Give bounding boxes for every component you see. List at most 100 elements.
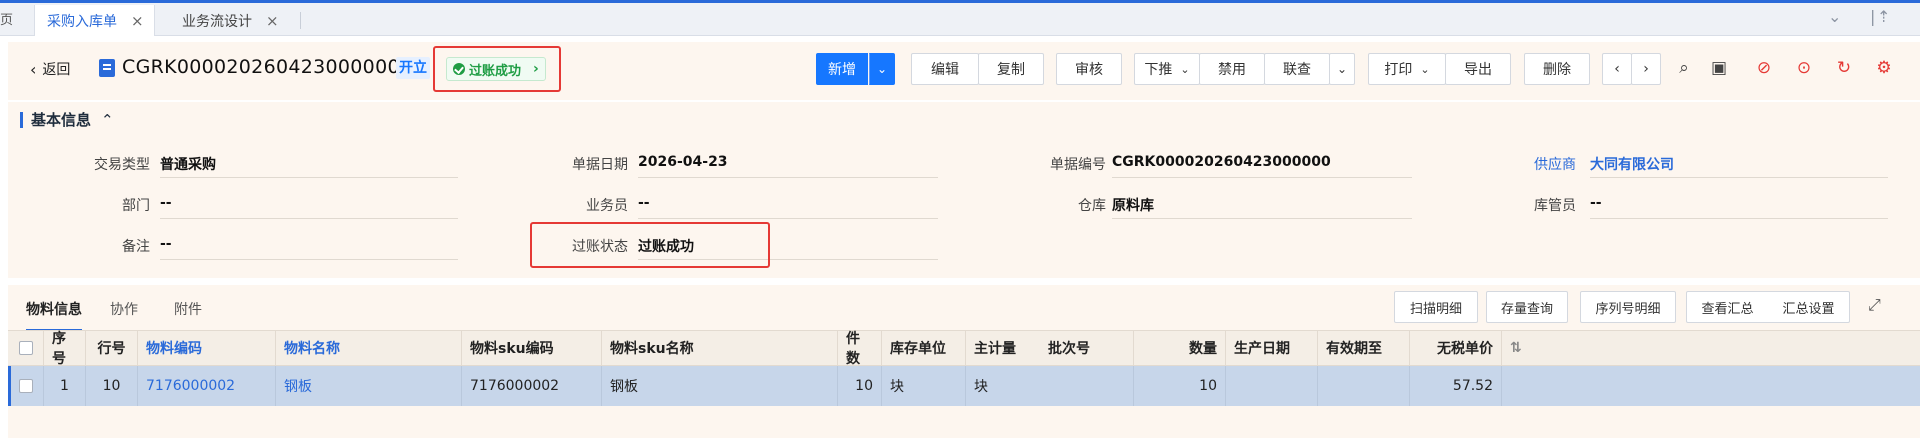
document-header: ‹ 返回 CGRK000020260423000000 开立 过账成功 › 新增… xyxy=(8,42,1920,100)
row-expire xyxy=(1318,366,1410,406)
doc-date-label: 单据日期 xyxy=(572,157,628,173)
row-stock-unit: 块 xyxy=(882,366,966,406)
column-header[interactable]: 生产日期 xyxy=(1226,331,1318,365)
bell-icon[interactable]: ⊙ xyxy=(1793,58,1815,78)
highlight-box xyxy=(530,222,770,268)
salesman-label: 业务员 xyxy=(586,198,628,214)
scan-detail-button[interactable]: 扫描明细 xyxy=(1394,291,1478,323)
row-material-code[interactable]: 7176000002 xyxy=(138,366,276,406)
supplier-value[interactable]: 大同有限公司 xyxy=(1590,154,1888,178)
row-line: 10 xyxy=(86,366,138,406)
column-header[interactable]: 物料sku名称 xyxy=(602,331,838,365)
tab-material-info[interactable]: 物料信息 xyxy=(26,299,82,331)
stock-query-button[interactable]: 存量查询 xyxy=(1486,291,1568,323)
doc-no-value[interactable]: CGRK000020260423000000 xyxy=(1112,154,1412,178)
export-button[interactable]: 导出 xyxy=(1445,53,1511,85)
chevron-down-icon[interactable]: ⌄ xyxy=(1828,7,1841,26)
tab-attachments[interactable]: 附件 xyxy=(174,299,202,319)
tab-business-flow[interactable]: 业务流设计 × xyxy=(170,5,289,36)
audit-label: 审核 xyxy=(1075,62,1103,78)
column-header[interactable]: 数量 xyxy=(1134,331,1226,365)
row-seq: 1 xyxy=(44,366,86,406)
column-header[interactable]: 物料名称 xyxy=(276,331,462,365)
new-button[interactable]: 新增 xyxy=(816,53,868,85)
tab-edge-label: 页 xyxy=(0,13,14,28)
copy-label: 复制 xyxy=(997,62,1025,78)
push-down-button[interactable]: 下推 ⌄ xyxy=(1134,53,1200,85)
refresh-icon[interactable]: ↻ xyxy=(1833,58,1855,78)
remark-value[interactable]: -- xyxy=(160,236,458,260)
select-all-checkbox[interactable] xyxy=(8,331,44,365)
column-header[interactable]: 批次号 xyxy=(1040,331,1134,365)
trade-type-label: 交易类型 xyxy=(94,157,150,173)
view-summary-button[interactable]: 查看汇总 xyxy=(1701,298,1753,317)
row-pieces: 10 xyxy=(838,366,882,406)
document-number: CGRK000020260423000000 xyxy=(122,56,400,78)
alert-icon[interactable]: ⊘ xyxy=(1753,58,1775,78)
column-header[interactable]: 物料编码 xyxy=(138,331,276,365)
column-header[interactable]: 主计量 xyxy=(966,331,1040,365)
section-title[interactable]: 基本信息 ⌃ xyxy=(20,112,114,128)
tab-purchase-inbound[interactable]: 采购入库单 × xyxy=(34,5,155,36)
doc-no-label: 单据编号 xyxy=(1050,157,1106,173)
row-sku-name: 钢板 xyxy=(602,366,838,406)
chevron-right-icon: › xyxy=(533,61,539,77)
close-icon[interactable]: × xyxy=(131,12,144,30)
row-qty: 10 xyxy=(1134,366,1226,406)
column-header[interactable]: 序号 xyxy=(44,331,86,367)
row-material-name[interactable]: 钢板 xyxy=(276,366,462,406)
edit-button[interactable]: 编辑 xyxy=(911,53,979,85)
column-header[interactable]: 有效期至 xyxy=(1318,331,1410,365)
column-header[interactable]: 行号 xyxy=(86,331,138,365)
edit-label: 编辑 xyxy=(931,62,959,78)
doc-date-value[interactable]: 2026-04-23 xyxy=(638,154,938,178)
serial-label: 序列号明细 xyxy=(1595,301,1661,317)
tab-label: 业务流设计 xyxy=(182,13,252,30)
void-button[interactable]: 禁用 xyxy=(1199,53,1265,85)
summary-setting-button[interactable]: 汇总设置 xyxy=(1782,298,1834,317)
row-prod-date xyxy=(1226,366,1318,406)
column-header[interactable]: 无税单价 xyxy=(1410,331,1502,365)
print-button[interactable]: 打印 ⌄ xyxy=(1368,53,1446,85)
audit-button[interactable]: 审核 xyxy=(1056,53,1122,85)
column-header[interactable]: 库存单位 xyxy=(882,331,966,365)
settings-icon[interactable]: ⚙ xyxy=(1873,58,1895,78)
chevron-down-icon: ⌄ xyxy=(876,62,888,76)
dept-label: 部门 xyxy=(122,198,150,214)
trade-type-value[interactable]: 普通采购 xyxy=(160,154,458,178)
row-checkbox[interactable] xyxy=(8,366,44,406)
next-record-button[interactable]: › xyxy=(1631,53,1661,85)
close-icon[interactable]: × xyxy=(266,12,279,30)
serial-detail-button[interactable]: 序列号明细 xyxy=(1580,291,1676,323)
tab-divider: | xyxy=(1870,7,1876,26)
grid-header: 序号 行号 物料编码 物料名称 物料sku编码 物料sku名称 件数 库存单位 … xyxy=(8,330,1920,367)
copy-button[interactable]: 复制 xyxy=(978,53,1044,85)
column-header[interactable]: 件数 xyxy=(838,331,882,367)
summary-button-group: 查看汇总 汇总设置 xyxy=(1686,291,1850,323)
back-button[interactable]: ‹ 返回 xyxy=(30,59,70,79)
table-row[interactable]: 1 10 7176000002 钢板 7176000002 钢板 10 块 块 … xyxy=(8,366,1920,406)
calendar-icon[interactable]: ▣ xyxy=(1708,58,1730,78)
keeper-value[interactable]: -- xyxy=(1590,195,1888,219)
warehouse-value[interactable]: 原料库 xyxy=(1112,195,1412,219)
column-header[interactable]: 物料sku编码 xyxy=(462,331,602,365)
chevron-down-icon: ⌄ xyxy=(1180,62,1190,76)
status-badge-open: 开立 xyxy=(396,57,430,79)
expand-icon[interactable]: ⤢ xyxy=(1868,295,1881,315)
post-status-badge[interactable]: 过账成功 › xyxy=(446,57,546,81)
column-settings-icon[interactable]: ⇅ xyxy=(1502,331,1562,365)
salesman-value[interactable]: -- xyxy=(638,195,938,219)
tab-collaboration[interactable]: 协作 xyxy=(110,299,138,319)
new-dropdown-button[interactable]: ⌄ xyxy=(869,53,895,85)
linked-query-button[interactable]: 联查 xyxy=(1264,53,1330,85)
upload-icon[interactable]: ⇡ xyxy=(1877,7,1890,26)
scan-label: 扫描明细 xyxy=(1409,301,1462,317)
prev-record-button[interactable]: ‹ xyxy=(1602,53,1632,85)
chevron-down-icon: ⌄ xyxy=(1336,62,1348,76)
dept-value[interactable]: -- xyxy=(160,195,458,219)
print-label: 打印 xyxy=(1384,62,1413,78)
tab-divider xyxy=(300,12,301,29)
delete-button[interactable]: 删除 xyxy=(1524,53,1590,85)
more-dropdown-button[interactable]: ⌄ xyxy=(1329,53,1355,85)
search-icon[interactable]: ⌕ xyxy=(1673,58,1695,78)
